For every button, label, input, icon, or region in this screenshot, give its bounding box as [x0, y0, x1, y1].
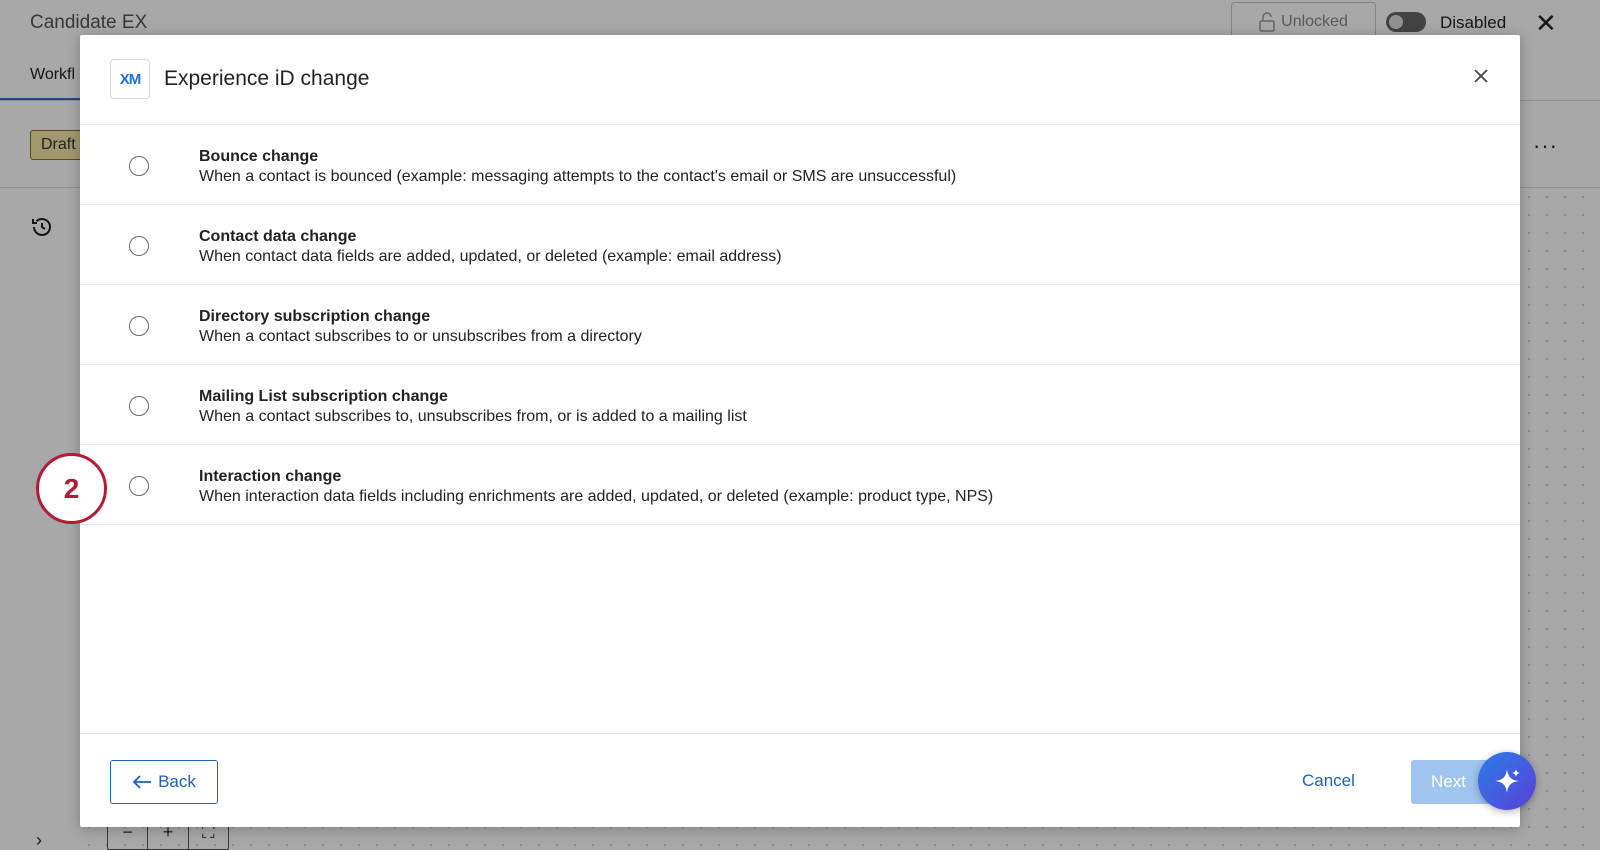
- step-badge: 2: [36, 453, 107, 524]
- option-description: When interaction data fields including e…: [199, 488, 994, 505]
- option-title: Mailing List subscription change: [199, 388, 448, 405]
- experience-id-change-dialog: XM Experience iD change Bounce change Wh…: [80, 35, 1520, 827]
- arrow-left-icon: [132, 775, 152, 789]
- option-description: When a contact is bounced (example: mess…: [199, 168, 957, 185]
- sparkle-icon: [1495, 769, 1520, 793]
- option-contact-data-change[interactable]: Contact data change When contact data fi…: [80, 205, 1520, 285]
- option-bounce-change[interactable]: Bounce change When a contact is bounced …: [80, 125, 1520, 205]
- radio-button[interactable]: [129, 156, 149, 176]
- radio-button[interactable]: [129, 476, 149, 496]
- option-title: Interaction change: [199, 468, 342, 485]
- option-description: When contact data fields are added, upda…: [199, 248, 782, 265]
- ai-assistant-button[interactable]: [1478, 752, 1536, 810]
- back-button[interactable]: Back: [110, 760, 218, 804]
- modal-footer: Back Cancel Next: [80, 733, 1520, 827]
- option-description: When a contact subscribes to or unsubscr…: [199, 328, 642, 345]
- cancel-button[interactable]: Cancel: [1302, 771, 1355, 791]
- radio-button[interactable]: [129, 396, 149, 416]
- option-mailing-list-subscription-change[interactable]: Mailing List subscription change When a …: [80, 365, 1520, 445]
- back-label: Back: [158, 772, 196, 791]
- option-title: Bounce change: [199, 148, 319, 165]
- radio-button[interactable]: [129, 316, 149, 336]
- close-icon[interactable]: [1466, 61, 1496, 91]
- event-type-list: Bounce change When a contact is bounced …: [80, 125, 1520, 525]
- option-interaction-change[interactable]: Interaction change When interaction data…: [80, 445, 1520, 525]
- xm-logo: XM: [110, 59, 150, 99]
- option-description: When a contact subscribes to, unsubscrib…: [199, 408, 747, 425]
- modal-title: Experience iD change: [164, 67, 370, 90]
- option-directory-subscription-change[interactable]: Directory subscription change When a con…: [80, 285, 1520, 365]
- radio-button[interactable]: [129, 236, 149, 256]
- option-title: Contact data change: [199, 228, 357, 245]
- option-title: Directory subscription change: [199, 308, 431, 325]
- modal-header: XM Experience iD change: [80, 35, 1520, 125]
